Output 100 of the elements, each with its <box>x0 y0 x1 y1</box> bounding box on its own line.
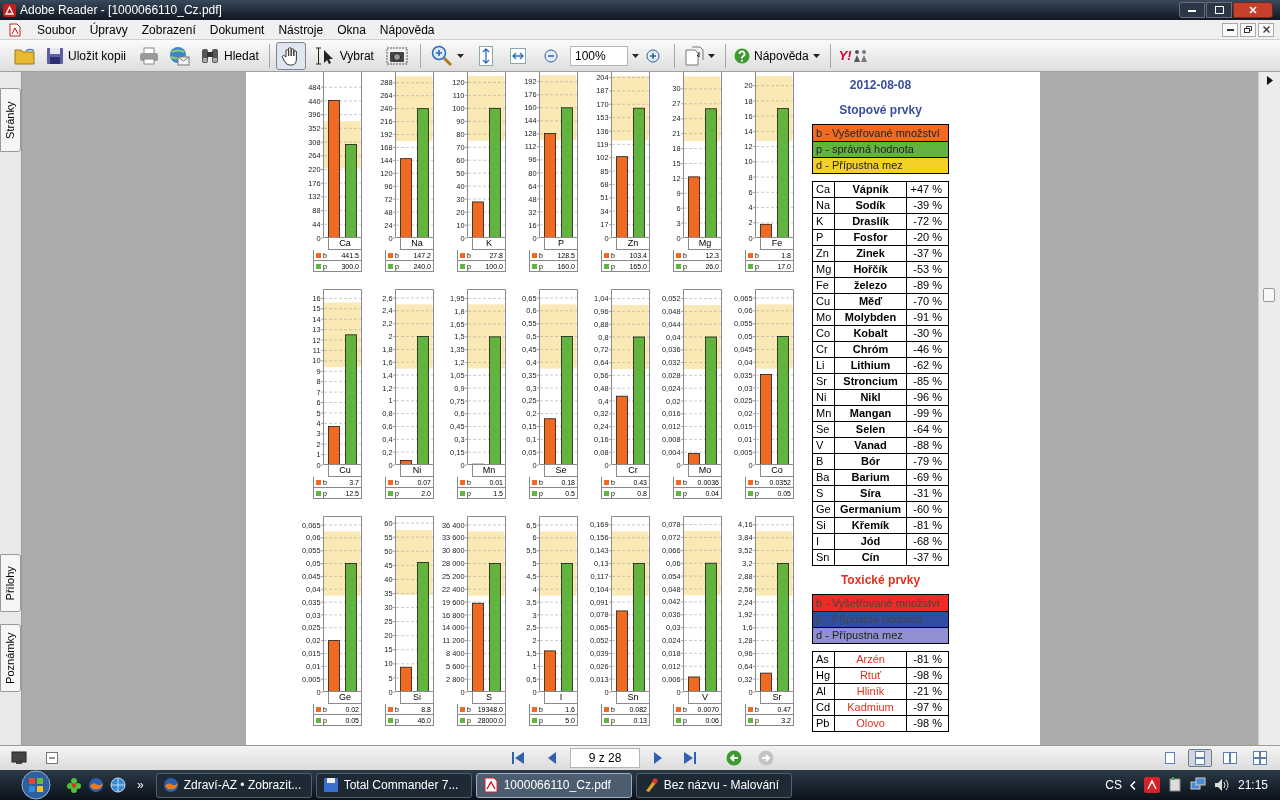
table-cell: Stroncium <box>835 374 907 389</box>
category-label: Si <box>400 692 434 704</box>
table-cell: Jód <box>835 534 907 549</box>
table-cell-text: -62 % <box>912 358 943 373</box>
table-cell: B <box>813 454 835 469</box>
table-cell-text: -97 % <box>912 700 943 715</box>
category-label: S <box>472 692 506 704</box>
table-cell: Al <box>813 684 835 699</box>
table-cell-text: -21 % <box>912 684 943 699</box>
table-cell-text: -30 % <box>912 326 943 341</box>
window-title: Adobe Reader - [1000066110_Cz.pdf] <box>20 2 222 19</box>
table-cell: Co <box>813 326 835 341</box>
table-cell-text: -53 % <box>912 262 943 277</box>
table-cell-text: -20 % <box>912 230 943 245</box>
table-cell: Rtuť <box>835 668 907 683</box>
table-cell-text: -68 % <box>912 534 943 549</box>
table-cell: Se <box>813 422 835 437</box>
table-cell: K <box>813 214 835 229</box>
table-cell: Kobalt <box>835 326 907 341</box>
category-label: Cu <box>328 465 362 477</box>
table-cell-text: +47 % <box>909 182 943 197</box>
table-cell: Nikl <box>835 390 907 405</box>
legend-entry: b - Vyšetřované množství <box>813 595 948 611</box>
table-cell: Kadmium <box>835 700 907 715</box>
section-title: Stopové prvky <box>838 102 923 119</box>
table-cell-text: -81 % <box>912 518 943 533</box>
table-cell-text: -89 % <box>912 278 943 293</box>
table-cell: Sn <box>813 550 835 565</box>
category-label: Cr <box>616 465 650 477</box>
legend-entry: p - správná hodnota <box>813 141 948 157</box>
table-cell-text: -37 % <box>912 246 943 261</box>
table-cell: Vanad <box>835 438 907 453</box>
category-label: P <box>544 238 578 250</box>
table-cell: Selen <box>835 422 907 437</box>
table-cell: Mo <box>813 310 835 325</box>
table-cell-text: -39 % <box>912 198 943 213</box>
table-cell: Hg <box>813 668 835 683</box>
category-label: Se <box>544 465 578 477</box>
table-cell: Hliník <box>835 684 907 699</box>
table-cell: železo <box>835 278 907 293</box>
table-cell-text: -60 % <box>912 502 943 517</box>
category-label: Na <box>400 238 434 250</box>
table-cell: Sr <box>813 374 835 389</box>
table-cell-text: -46 % <box>912 342 943 357</box>
category-label: I <box>544 692 578 704</box>
table-cell-text: -79 % <box>912 454 943 469</box>
table-cell-text: -69 % <box>912 470 943 485</box>
category-label: K <box>472 238 506 250</box>
table-cell-text: -85 % <box>912 374 943 389</box>
table-cell: Mn <box>813 406 835 421</box>
table-cell: Mangan <box>835 406 907 421</box>
table-cell: Hořčík <box>835 262 907 277</box>
table-cell: Li <box>813 358 835 373</box>
table-cell: Vápník <box>835 182 907 197</box>
table-cell: Lithium <box>835 358 907 373</box>
table-cell-text: -72 % <box>912 214 943 229</box>
table-cell: Síra <box>835 486 907 501</box>
table-cell-text: -64 % <box>912 422 943 437</box>
table-cell: Ge <box>813 502 835 517</box>
table-cell: V <box>813 438 835 453</box>
table-cell: I <box>813 534 835 549</box>
category-label: Ge <box>328 692 362 704</box>
table-cell: Měď <box>835 294 907 309</box>
category-label: Mn <box>472 465 506 477</box>
table-cell: Cu <box>813 294 835 309</box>
table-cell-text: -99 % <box>912 406 943 421</box>
table-cell-text: -37 % <box>912 550 943 565</box>
category-label: Fe <box>760 238 794 250</box>
table-cell: Germanium <box>835 502 907 517</box>
table-cell: Ca <box>813 182 835 197</box>
table-cell: Pb <box>813 716 835 731</box>
table-cell: Molybden <box>835 310 907 325</box>
legend-entry: d - Přípustna mez <box>813 627 948 643</box>
report-date: 2012-08-08 <box>848 77 913 94</box>
table-cell-text: -96 % <box>912 390 943 405</box>
table-cell: Si <box>813 518 835 533</box>
table-cell-text: -91 % <box>912 310 943 325</box>
table-cell: Fosfor <box>835 230 907 245</box>
table-cell: Křemík <box>835 518 907 533</box>
table-cell: As <box>813 652 835 667</box>
table-cell: Chróm <box>835 342 907 357</box>
table-cell: Na <box>813 198 835 213</box>
legend-entry: p - Přípustná hodnota <box>813 611 948 627</box>
table-cell-text: -88 % <box>912 438 943 453</box>
table-cell: Cd <box>813 700 835 715</box>
category-label: Co <box>760 465 794 477</box>
table-cell: Draslík <box>835 214 907 229</box>
table-cell: Mg <box>813 262 835 277</box>
table-cell-text: -98 % <box>912 716 943 731</box>
table-cell-text: -81 % <box>912 652 943 667</box>
table-cell: Barium <box>835 470 907 485</box>
table-cell: Cr <box>813 342 835 357</box>
category-label: Ca <box>328 238 362 250</box>
category-label: Sr <box>760 692 794 704</box>
legend-entry: b - Vyšetřované množství <box>813 125 948 141</box>
table-cell: P <box>813 230 835 245</box>
table-cell: Zinek <box>835 246 907 261</box>
table-cell: Ba <box>813 470 835 485</box>
category-label: Ni <box>400 465 434 477</box>
legend-entry: d - Přípustna mez <box>813 157 948 173</box>
